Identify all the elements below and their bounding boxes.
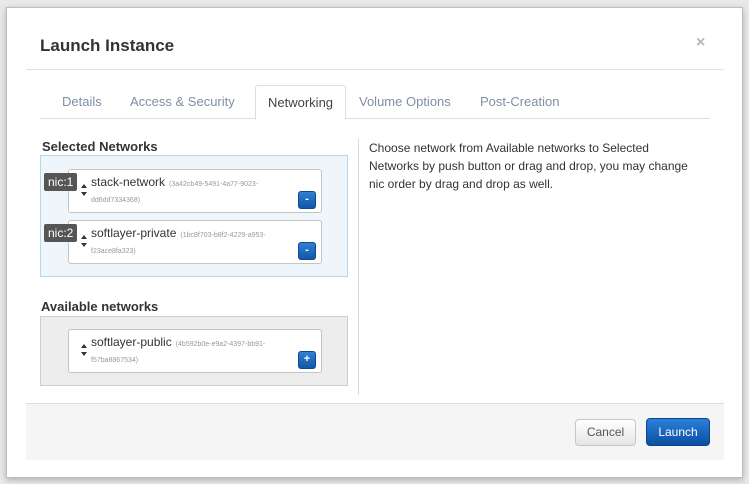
network-name: stack-network (91, 175, 166, 189)
available-networks-title: Available networks (41, 299, 159, 314)
selected-networks-title: Selected Networks (42, 139, 158, 154)
available-networks-dropzone[interactable]: softlayer-public (4b592b0e-e9a2-4397-bb91… (40, 316, 348, 386)
drag-sort-icon[interactable] (80, 183, 88, 197)
available-network-item[interactable]: softlayer-public (4b592b0e-e9a2-4397-bb91… (68, 329, 322, 373)
networking-help-text: Choose network from Available networks t… (369, 141, 688, 191)
nic-badge: nic:1 (44, 173, 78, 191)
column-divider (358, 138, 359, 395)
tab-bar: Details Access & Security Networking Vol… (40, 85, 710, 120)
cancel-button[interactable]: Cancel (575, 419, 636, 446)
network-id: (4b592b0e-e9a2-4397-bb91- (175, 341, 266, 348)
network-id-continued: dd6dd7334368) (91, 197, 141, 204)
network-id: (3a42cb49-5491-4a77-9023- (169, 181, 259, 188)
selected-network-item[interactable]: softlayer-private (1bc8f703-b8f2-4229-a95… (68, 220, 322, 264)
modal-title: Launch Instance (40, 36, 175, 55)
network-id: (1bc8f703-b8f2-4229-a953- (180, 232, 266, 239)
close-icon[interactable]: × (696, 34, 705, 52)
drag-sort-icon[interactable] (80, 234, 88, 248)
drag-sort-icon[interactable] (80, 343, 88, 357)
add-network-button[interactable]: + (298, 351, 316, 369)
modal-footer: Cancel Launch (26, 403, 724, 460)
network-name: softlayer-private (91, 226, 177, 240)
remove-network-button[interactable]: - (298, 242, 316, 260)
network-id-continued: f57ba8867534) (91, 357, 139, 364)
launch-instance-modal: Launch Instance × Details Access & Secur… (6, 7, 743, 478)
network-name: softlayer-public (91, 335, 172, 349)
selected-networks-dropzone[interactable]: stack-network (3a42cb49-5491-4a77-9023- d… (40, 155, 348, 277)
remove-network-button[interactable]: - (298, 191, 316, 209)
tab-details[interactable]: Details (62, 85, 102, 119)
network-id-continued: f23ace8fa323) (91, 248, 136, 255)
selected-network-item[interactable]: stack-network (3a42cb49-5491-4a77-9023- d… (68, 169, 322, 213)
header-divider (26, 69, 724, 70)
nic-badge: nic:2 (44, 224, 78, 242)
tab-post-creation[interactable]: Post-Creation (480, 85, 559, 119)
tab-access-security[interactable]: Access & Security (130, 85, 235, 119)
tab-volume-options[interactable]: Volume Options (359, 85, 451, 119)
tab-networking[interactable]: Networking (255, 85, 347, 120)
launch-button[interactable]: Launch (646, 418, 710, 446)
